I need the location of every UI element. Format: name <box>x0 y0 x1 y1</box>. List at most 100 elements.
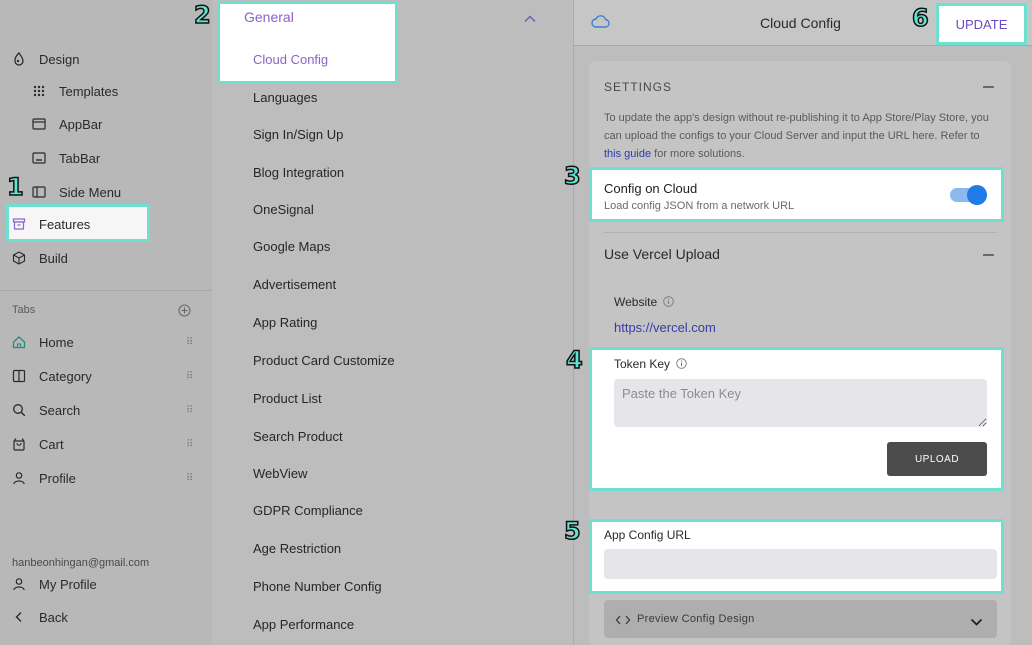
menu-item[interactable]: Product Card Customize <box>253 353 395 368</box>
tab-search[interactable]: Search <box>12 398 80 422</box>
sidebar-item-label: Design <box>39 51 80 67</box>
tab-profile[interactable]: Profile <box>12 466 76 490</box>
chevron-up-icon[interactable] <box>523 11 537 23</box>
my-profile-label: My Profile <box>39 576 97 592</box>
app-config-url-input[interactable] <box>604 549 997 579</box>
sidebar-item-features[interactable]: Features <box>12 212 90 236</box>
menu-item[interactable]: Google Maps <box>253 239 330 254</box>
tabs-section-label: Tabs <box>12 304 36 316</box>
shopping-bag-icon <box>12 437 26 451</box>
vercel-section-title: Use Vercel Upload <box>604 246 720 262</box>
sidebar-item-templates[interactable]: Templates <box>32 79 118 103</box>
cloud-icon <box>591 14 611 30</box>
website-label: Website <box>614 295 674 309</box>
user-icon <box>12 471 26 485</box>
drag-handle-icon[interactable]: ⠿ <box>186 473 193 484</box>
side-menu-icon <box>32 185 46 199</box>
section-divider <box>604 232 997 233</box>
info-icon[interactable] <box>676 358 687 369</box>
search-icon <box>12 403 26 417</box>
sidebar-item-label: Build <box>39 250 68 266</box>
back-label: Back <box>39 609 68 625</box>
sidebar-item-label: AppBar <box>59 116 103 132</box>
sidebar-item-side-menu[interactable]: Side Menu <box>32 180 121 204</box>
menu-item[interactable]: Advertisement <box>253 277 336 292</box>
annotation-number: 1 <box>6 173 24 201</box>
sidebar-item-label: TabBar <box>59 150 101 166</box>
appbar-icon <box>32 117 46 131</box>
sidebar-item-label: Features <box>39 216 91 232</box>
sidebar-item-label: Side Menu <box>59 184 122 200</box>
sidebar-divider <box>0 290 212 291</box>
tab-label: Home <box>39 334 74 350</box>
config-on-cloud-subtitle: Load config JSON from a network URL <box>604 200 795 212</box>
tab-home[interactable]: Home <box>12 330 74 354</box>
my-profile-link[interactable]: My Profile <box>12 572 97 596</box>
annotation-number: 6 <box>911 4 929 32</box>
annotation-number: 4 <box>565 346 583 374</box>
menu-item[interactable]: Product List <box>253 391 322 406</box>
annotation-number: 2 <box>193 1 211 29</box>
description-text: To update the app's design without re-pu… <box>604 112 989 142</box>
drag-handle-icon[interactable]: ⠿ <box>186 405 193 416</box>
general-section-title[interactable]: General <box>244 9 294 25</box>
page-title: Cloud Config <box>760 15 841 31</box>
add-tab-icon[interactable] <box>178 304 191 317</box>
annotation-number: 3 <box>563 162 581 190</box>
collapse-icon[interactable] <box>983 86 994 88</box>
menu-item[interactable]: Languages <box>253 90 317 105</box>
sidebar-item-design[interactable]: Design <box>12 47 79 71</box>
tab-cart[interactable]: Cart <box>12 432 64 456</box>
info-icon[interactable] <box>663 296 674 307</box>
sidebar-item-tabbar[interactable]: TabBar <box>32 146 100 170</box>
tab-label: Cart <box>39 436 64 452</box>
drag-handle-icon[interactable]: ⠿ <box>186 439 193 450</box>
palette-icon <box>12 52 26 66</box>
account-email: hanbeonhingan@gmail.com <box>12 557 150 569</box>
menu-item-cloud-config[interactable]: Cloud Config <box>253 52 328 67</box>
chevron-left-icon <box>12 610 26 624</box>
guide-link[interactable]: this guide <box>604 148 651 160</box>
upload-button[interactable]: UPLOAD <box>887 442 987 476</box>
tab-category[interactable]: Category <box>12 364 92 388</box>
drag-handle-icon[interactable]: ⠿ <box>186 337 193 348</box>
chevron-down-icon[interactable] <box>970 614 983 626</box>
token-key-label: Token Key <box>614 357 687 371</box>
menu-item[interactable]: Blog Integration <box>253 165 344 180</box>
token-key-label-text: Token Key <box>614 357 671 371</box>
menu-item[interactable]: OneSignal <box>253 202 314 217</box>
menu-item[interactable]: Age Restriction <box>253 541 341 556</box>
tab-label: Category <box>39 368 92 384</box>
sidebar-item-label: Templates <box>59 83 119 99</box>
drag-handle-icon[interactable]: ⠿ <box>186 371 193 382</box>
columns-icon <box>12 369 26 383</box>
back-link[interactable]: Back <box>12 605 68 629</box>
collapse-icon[interactable] <box>983 254 994 256</box>
annotation-number: 5 <box>563 517 581 545</box>
menu-item[interactable]: App Performance <box>253 617 354 632</box>
website-label-text: Website <box>614 295 658 309</box>
settings-section-label: SETTINGS <box>604 80 673 94</box>
update-button[interactable]: UPDATE <box>936 3 1027 45</box>
config-on-cloud-title: Config on Cloud <box>604 181 698 196</box>
preview-config-design-label: Preview Config Design <box>637 613 755 625</box>
cube-icon <box>12 251 26 265</box>
user-icon <box>12 577 26 591</box>
token-key-input[interactable] <box>614 379 987 427</box>
sidebar-item-build[interactable]: Build <box>12 246 68 270</box>
menu-item[interactable]: App Rating <box>253 315 317 330</box>
tab-label: Profile <box>39 470 76 486</box>
menu-item[interactable]: Phone Number Config <box>253 579 382 594</box>
sidebar-item-appbar[interactable]: AppBar <box>32 112 102 136</box>
menu-item[interactable]: Sign In/Sign Up <box>253 127 343 142</box>
settings-description: To update the app's design without re-pu… <box>604 109 994 163</box>
menu-item[interactable]: Search Product <box>253 429 343 444</box>
menu-item[interactable]: WebView <box>253 466 307 481</box>
tab-label: Search <box>39 402 81 418</box>
app-config-url-label: App Config URL <box>604 528 691 542</box>
menu-item[interactable]: GDPR Compliance <box>253 503 363 518</box>
vercel-website-link[interactable]: https://vercel.com <box>614 320 716 335</box>
config-on-cloud-toggle[interactable] <box>950 184 988 205</box>
code-icon <box>615 613 631 625</box>
toggle-thumb <box>967 185 987 205</box>
